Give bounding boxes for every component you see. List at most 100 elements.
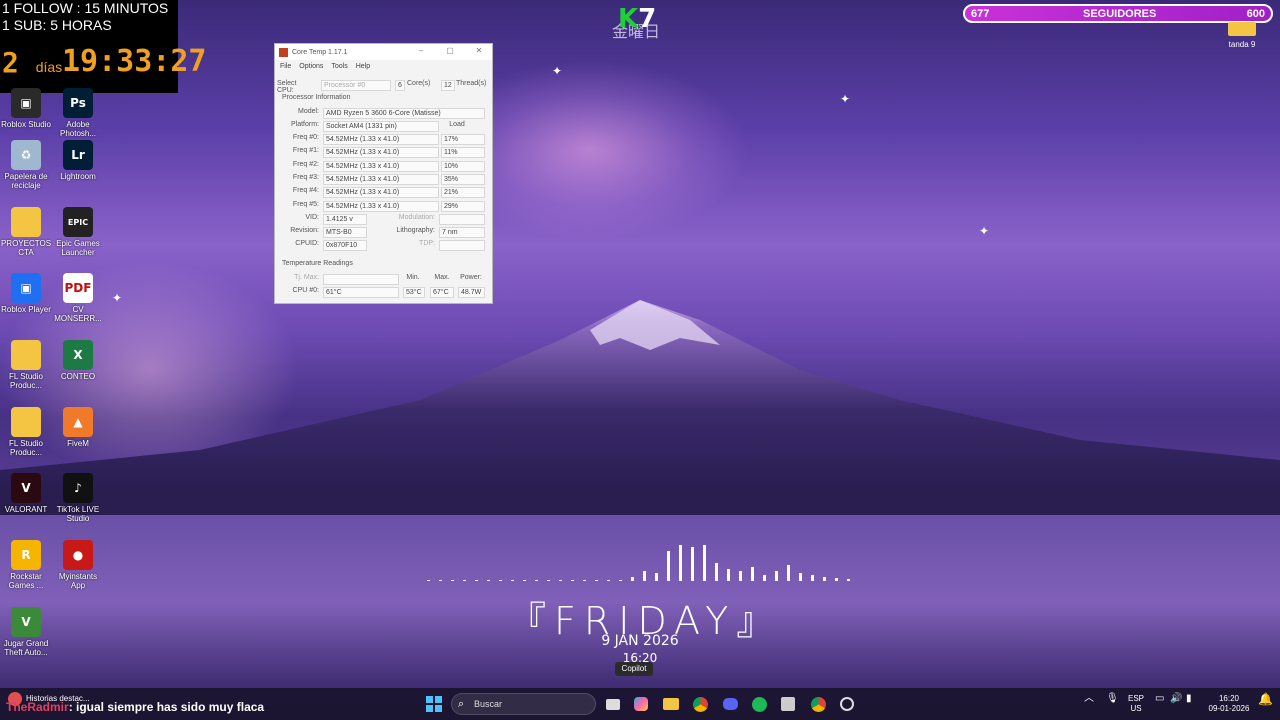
- visualizer-bar: [835, 578, 838, 581]
- minimize-button[interactable]: –: [415, 46, 427, 55]
- microphone-icon[interactable]: 🎙: [1106, 694, 1119, 704]
- volume-icon[interactable]: 🔊: [1170, 694, 1182, 704]
- chat-subtitle: TheRadmir: igual siempre has sido muy fl…: [6, 700, 264, 714]
- excel-icon: X: [63, 340, 93, 370]
- visualizer-bar: [691, 547, 694, 581]
- language-bottom: US: [1130, 704, 1142, 713]
- visualizer-bar: [499, 580, 502, 581]
- desktop-icon[interactable]: ▣ Roblox Player: [0, 273, 52, 314]
- folder-icon[interactable]: [1228, 22, 1256, 36]
- menu-options[interactable]: Options: [299, 63, 323, 70]
- copilot-button[interactable]: [631, 694, 651, 714]
- cpu0-label: CPU #0:: [292, 287, 319, 294]
- chrome-button[interactable]: [690, 694, 710, 714]
- freq-value: 54.52MHz (1.33 x 41.0): [323, 187, 439, 199]
- desktop-icon[interactable]: PDF CV MONSERR...: [52, 273, 104, 323]
- task-view-icon: [606, 698, 620, 710]
- desktop-icon-label: FL Studio Produc...: [9, 439, 43, 457]
- desktop-icon[interactable]: FL Studio Produc...: [0, 340, 52, 390]
- visualizer-bar: [487, 580, 490, 581]
- tray-overflow-chevron-icon[interactable]: ︿: [1084, 694, 1094, 704]
- desktop-icon[interactable]: FL Studio Produc...: [0, 407, 52, 457]
- cpu0-temp: 61°C: [323, 287, 399, 298]
- desktop-icon-label: Rockstar Games ...: [8, 572, 44, 590]
- visualizer-bar: [451, 580, 454, 581]
- desktop-icon[interactable]: Lr Lightroom: [52, 140, 104, 181]
- windows-logo-icon: [426, 696, 442, 712]
- language-indicator[interactable]: ESP US: [1126, 694, 1146, 714]
- desktop-icon-label: CV MONSERR...: [54, 305, 102, 323]
- menu-tools[interactable]: Tools: [331, 63, 347, 70]
- visualizer-bar: [727, 569, 730, 581]
- visualizer-bar: [703, 545, 706, 581]
- task-view-button[interactable]: [603, 694, 623, 714]
- core-load: 35%: [441, 173, 485, 185]
- cpu0-max: 67°C: [430, 287, 454, 298]
- desktop-icon[interactable]: ● Myinstants App: [52, 540, 104, 590]
- battery-icon[interactable]: ▮: [1186, 694, 1192, 704]
- rockstar-icon: R: [11, 540, 41, 570]
- frequency-row: Freq #1: 54.52MHz (1.33 x 41.0) 11%: [275, 147, 494, 159]
- desktop-icon-label: Roblox Studio: [1, 120, 51, 129]
- desktop-icon-label: Papelera de reciclaje: [4, 172, 48, 190]
- taskbar-search[interactable]: ⌕ Buscar: [451, 693, 596, 715]
- pdf-icon: PDF: [63, 273, 93, 303]
- maximize-button[interactable]: ▢: [444, 46, 456, 55]
- spotify-icon: [751, 696, 767, 712]
- discord-icon: [722, 698, 738, 710]
- desktop-icon[interactable]: ▣ Roblox Studio: [0, 88, 52, 129]
- desktop-icon-label: FL Studio Produc...: [9, 372, 43, 390]
- desktop-icon-label: CONTEO: [60, 372, 96, 381]
- desktop-icon[interactable]: PROYECTOS CTA: [0, 207, 52, 257]
- taskbar-clock[interactable]: 16:20 09-01-2026: [1207, 694, 1251, 714]
- close-button[interactable]: ✕: [473, 46, 485, 55]
- desktop-icon[interactable]: ♻ Papelera de reciclaje: [0, 140, 52, 190]
- modulation-label: Modulation:: [398, 214, 435, 221]
- timer-days-value: 2: [2, 46, 19, 79]
- desktop-icon[interactable]: ▲ FiveM: [52, 407, 104, 448]
- cores-count: 6: [395, 80, 405, 91]
- notifications-bell-icon[interactable]: 🔔: [1258, 693, 1273, 705]
- desktop-icon[interactable]: X CONTEO: [52, 340, 104, 381]
- app-button[interactable]: [778, 694, 798, 714]
- desktop-icon[interactable]: EPIC Epic Games Launcher: [52, 207, 104, 257]
- threads-label: Thread(s): [456, 80, 487, 87]
- app-icon: [781, 697, 795, 711]
- desktop-icon[interactable]: ♪ TikTok LIVE Studio: [52, 473, 104, 523]
- spotify-button[interactable]: [749, 694, 769, 714]
- star: ✦: [112, 291, 123, 305]
- photoshop-icon: Ps: [63, 88, 93, 118]
- desktop-icon[interactable]: V Jugar Grand Theft Auto...: [0, 607, 52, 657]
- fivem-icon: ▲: [63, 407, 93, 437]
- obs-button[interactable]: [837, 694, 857, 714]
- network-icon[interactable]: ▭: [1155, 694, 1164, 704]
- visualizer-bar: [535, 580, 538, 581]
- visualizer-bar: [463, 580, 466, 581]
- chrome-icon: [692, 696, 708, 712]
- file-explorer-button[interactable]: [661, 694, 681, 714]
- coretemp-titlebar[interactable]: Core Temp 1.17.1 – ▢ ✕: [275, 44, 492, 60]
- recycle-bin-icon: ♻: [11, 140, 41, 170]
- star: ✦: [840, 92, 851, 106]
- desktop-icon[interactable]: Ps Adobe Photosh...: [52, 88, 104, 138]
- folder-icon: [11, 207, 41, 237]
- processor-select[interactable]: Processor #0: [321, 80, 391, 91]
- desktop-icon[interactable]: V VALORANT: [0, 473, 52, 514]
- search-icon: ⌕: [458, 697, 465, 710]
- roblox-studio-icon: ▣: [11, 88, 41, 118]
- coretemp-window[interactable]: Core Temp 1.17.1 – ▢ ✕ File Options Tool…: [274, 43, 493, 304]
- tdp-label: TDP:: [419, 240, 435, 247]
- menu-file[interactable]: File: [280, 63, 291, 70]
- chrome-profile-button[interactable]: [808, 694, 828, 714]
- desktop-icon[interactable]: R Rockstar Games ...: [0, 540, 52, 590]
- discord-button[interactable]: [720, 694, 740, 714]
- start-button[interactable]: [424, 694, 444, 714]
- visualizer-bar: [475, 580, 478, 581]
- visualizer-bar: [751, 567, 754, 581]
- roblox-icon: ▣: [11, 273, 41, 303]
- visualizer-bar: [799, 573, 802, 581]
- chat-message: : igual siempre has sido muy flaca: [68, 700, 265, 714]
- folder-icon: [663, 698, 679, 710]
- star: ✦: [979, 224, 990, 238]
- menu-help[interactable]: Help: [356, 63, 370, 70]
